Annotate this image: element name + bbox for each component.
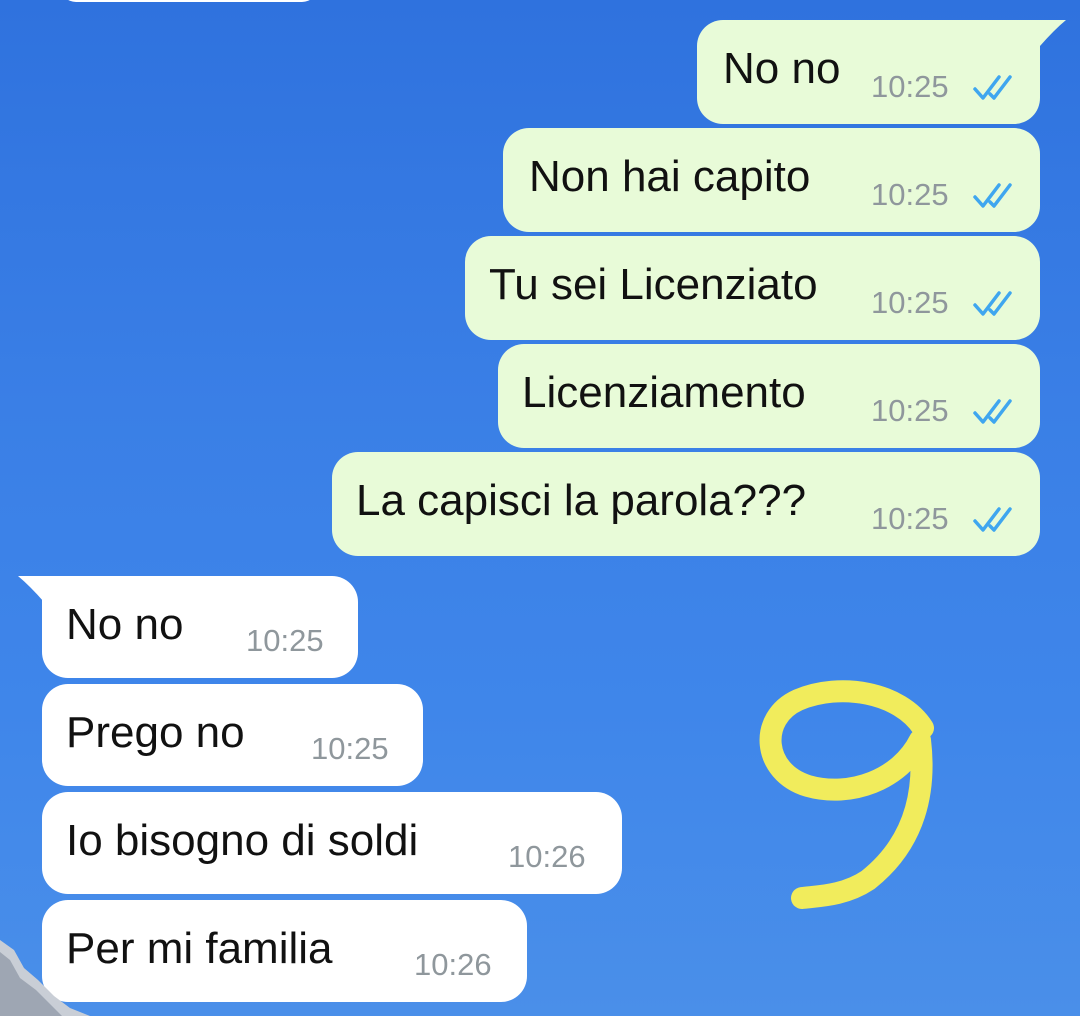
bubble-tail: [18, 576, 52, 602]
message-time: 10:26: [414, 947, 492, 982]
double-check-icon: [973, 183, 1012, 208]
message-text: No no: [723, 44, 841, 93]
previous-message-bubble[interactable]: [60, 0, 318, 2]
double-check-icon: [973, 75, 1012, 100]
message-time: 10:25: [311, 731, 389, 766]
bubble-tail: [1032, 20, 1066, 46]
incoming-message[interactable]: No no 10:25: [18, 576, 358, 678]
outgoing-message[interactable]: Non hai capito 10:25: [503, 128, 1040, 232]
outgoing-message[interactable]: No no 10:25: [697, 20, 1066, 124]
outgoing-message[interactable]: Licenziamento 10:25: [498, 344, 1040, 448]
double-check-icon: [973, 507, 1012, 532]
incoming-message[interactable]: Io bisogno di soldi 10:26: [42, 792, 622, 894]
message-text: Tu sei Licenziato: [489, 260, 818, 309]
double-check-icon: [973, 291, 1012, 316]
message-text: Per mi familia: [66, 924, 333, 973]
message-time: 10:25: [871, 177, 949, 212]
message-time: 10:25: [871, 393, 949, 428]
message-text: No no: [66, 600, 184, 649]
incoming-message[interactable]: Per mi familia 10:26: [42, 900, 527, 1002]
incoming-message[interactable]: Prego no 10:25: [42, 684, 423, 786]
background-rock: [0, 940, 90, 1016]
message-text: Non hai capito: [529, 152, 811, 201]
message-text: Licenziamento: [522, 368, 806, 417]
message-time: 10:25: [871, 69, 949, 104]
message-time: 10:26: [508, 839, 586, 874]
handwritten-nine: [759, 680, 934, 909]
double-check-icon: [973, 399, 1012, 424]
outgoing-message[interactable]: La capisci la parola??? 10:25: [332, 452, 1040, 556]
message-text: Prego no: [66, 708, 245, 757]
outgoing-message[interactable]: Tu sei Licenziato 10:25: [465, 236, 1040, 340]
message-text: La capisci la parola???: [356, 476, 807, 525]
message-time: 10:25: [246, 623, 324, 658]
message-time: 10:25: [871, 501, 949, 536]
message-text: Io bisogno di soldi: [66, 816, 419, 865]
message-time: 10:25: [871, 285, 949, 320]
chat-view[interactable]: No no 10:25 Non hai capito 10:25 Tu sei …: [0, 0, 1080, 1016]
